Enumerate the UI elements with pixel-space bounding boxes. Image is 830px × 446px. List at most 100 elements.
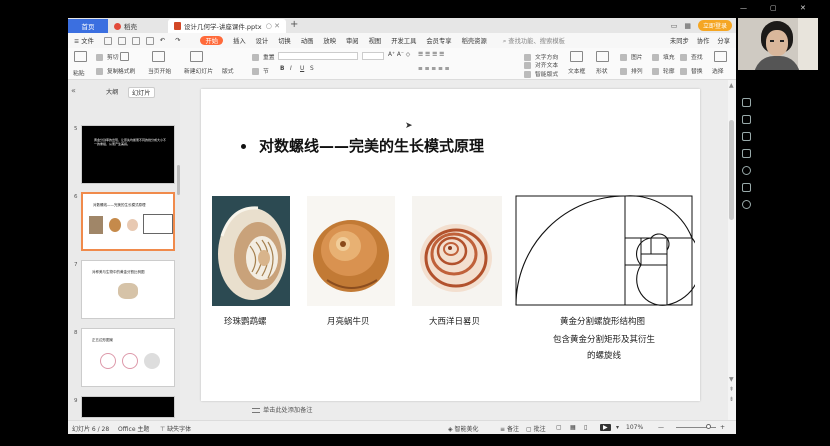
shape-button[interactable]: 形状 (596, 66, 608, 75)
notes-toggle[interactable]: ≡ 备注 (500, 424, 519, 433)
collapse-panel-icon[interactable]: « (71, 86, 76, 95)
text-box-icon[interactable] (570, 51, 585, 62)
font-family-select[interactable] (278, 52, 358, 60)
select-pane-icon[interactable] (742, 98, 751, 107)
export-icon[interactable] (117, 36, 126, 45)
properties-icon[interactable] (742, 115, 751, 124)
section-button[interactable]: 节 (252, 66, 269, 75)
layout-button[interactable]: 版式 (222, 66, 234, 75)
picture-button[interactable]: 图片 (620, 52, 643, 61)
undo-icon[interactable]: ↶ (160, 37, 165, 44)
menu-tab-8[interactable]: 开发工具 (391, 36, 416, 45)
pin-icon[interactable] (742, 132, 751, 141)
paste-button[interactable]: 粘贴 (73, 68, 85, 77)
play-from-current-button[interactable]: 当页开始 (148, 66, 171, 75)
menu-tab-6[interactable]: 审阅 (346, 36, 359, 45)
notes-area[interactable]: 单击此处添加备注 (252, 405, 313, 414)
shape-icon[interactable] (596, 51, 611, 62)
align-icons[interactable]: ≡ ≡ ≡ ≡ ≡ (418, 66, 450, 72)
smart-beautify-button[interactable]: ◈ 智能美化 (448, 424, 479, 433)
scroll-down-icon[interactable]: ▼ (729, 376, 734, 383)
tab-slides[interactable]: 幻灯片 (128, 87, 155, 98)
presenter-icon[interactable] (742, 183, 751, 192)
next-slide-icon[interactable]: ⇟ (729, 396, 734, 403)
minimize-icon[interactable]: — (740, 4, 747, 12)
replace-button[interactable]: 替换 (680, 66, 703, 75)
maximize-icon[interactable]: ▢ (770, 4, 777, 12)
tab-draft[interactable]: 稻壳 (108, 19, 166, 33)
new-tab-icon[interactable]: + (290, 19, 298, 30)
play-options-icon[interactable]: ▾ (616, 424, 619, 431)
copy-button[interactable]: 复制 (96, 66, 119, 75)
fill-button[interactable]: 填充 (652, 52, 675, 61)
outline-button[interactable]: 轮廓 (652, 66, 675, 75)
help-icon[interactable] (742, 166, 751, 175)
copy-style-icon[interactable] (742, 149, 751, 158)
tab-close-icon[interactable]: ○ ✕ (266, 22, 280, 30)
moon-snail-image[interactable] (307, 196, 395, 306)
zoom-out-icon[interactable]: — (658, 424, 664, 431)
cut-button[interactable]: 剪切 (96, 52, 119, 61)
menu-tab-0[interactable]: 开始 (200, 36, 224, 45)
slide-sorter-icon[interactable]: ▦ (570, 424, 576, 431)
comments-toggle[interactable]: ▢ 批注 (526, 424, 546, 433)
zoom-in-icon[interactable]: + (720, 424, 725, 431)
shadow-icon[interactable]: S (310, 66, 314, 72)
smart-layout-button[interactable]: 智能版式 (524, 69, 558, 78)
prev-slide-icon[interactable]: ⇞ (729, 386, 734, 393)
menu-tab-7[interactable]: 视图 (369, 36, 382, 45)
paste-icon[interactable] (74, 51, 89, 62)
menu-tab-3[interactable]: 切换 (278, 36, 291, 45)
find-button[interactable]: 查找 (680, 52, 703, 61)
golden-spiral-diagram[interactable] (515, 195, 695, 307)
login-button[interactable]: 立即登录 (697, 20, 732, 31)
layout-icon[interactable]: ▭ (671, 22, 678, 30)
missing-font[interactable]: ⊤ 缺失字体 (160, 424, 191, 433)
list-icons[interactable]: ☰ ☰ ☰ ☰ (418, 52, 444, 58)
slide-thumbnail-5[interactable]: 黄金分割率的出现，让原先均衡而不同的线分成大小不一的重组，从而产生美感。 (81, 125, 175, 184)
slide-thumbnail-6[interactable]: 对数螺线——完美的生长模式原理 (81, 192, 175, 251)
normal-view-icon[interactable]: ▢ (556, 424, 562, 431)
share-button[interactable]: 分享 (717, 36, 730, 45)
scroll-thumb[interactable] (729, 120, 734, 220)
format-painter-button[interactable]: 格式刷 (118, 66, 135, 75)
text-box-button[interactable]: 文本框 (568, 66, 585, 75)
menu-file[interactable]: ≡ 文件 (74, 36, 94, 45)
new-slide-button[interactable]: 新建幻灯片 (184, 66, 213, 75)
arrange-button[interactable]: 排列 (620, 66, 643, 75)
menu-tab-10[interactable]: 稻壳资源 (462, 36, 487, 45)
nautilus-image[interactable] (212, 196, 290, 306)
reading-view-icon[interactable]: ▯ (584, 424, 587, 431)
reset-button[interactable]: 重置 (252, 52, 275, 61)
tab-home[interactable]: 首页 (68, 19, 108, 33)
underline-icon[interactable]: U (300, 66, 304, 72)
tab-outline[interactable]: 大纲 (106, 87, 118, 96)
atlantic-sundial-image[interactable] (412, 196, 502, 306)
play-from-current-icon[interactable] (152, 51, 167, 62)
save-icon[interactable] (103, 36, 112, 45)
slide-6[interactable]: 对数螺线——完美的生长模式原理 ➤ 珍珠鹦鹉螺 月亮蜗牛贝 大西洋日晷贝 黄金分… (201, 89, 700, 401)
redo-icon[interactable]: ↷ (175, 37, 180, 44)
play-slideshow-icon[interactable]: ▶ (600, 424, 611, 431)
slide-thumbnail-7[interactable]: 对称美与生物中的黄金分割比例图 (81, 260, 175, 319)
select-icon[interactable] (714, 51, 729, 62)
new-slide-icon[interactable] (190, 51, 205, 62)
format-painter-icon[interactable] (120, 52, 131, 61)
menu-tab-5[interactable]: 放映 (323, 36, 336, 45)
menu-tab-9[interactable]: 会员专享 (426, 36, 451, 45)
location-icon[interactable] (742, 200, 751, 209)
font-size-select[interactable] (362, 52, 384, 60)
zoom-slider-knob[interactable] (706, 424, 711, 429)
canvas-scrollbar[interactable]: ▲ ▼ ⇞ ⇟ (728, 80, 736, 420)
preview-icon[interactable] (145, 36, 154, 45)
sync-status[interactable]: 未同步 (670, 36, 689, 45)
theme-name[interactable]: Office 主题 (118, 424, 149, 433)
align-text-button[interactable]: 对齐文本 (524, 60, 558, 69)
close-icon[interactable]: ✕ (800, 4, 806, 12)
slide-thumbnail-8[interactable]: 正五边形图案 (81, 328, 175, 387)
apps-icon[interactable]: ▦ (684, 22, 691, 30)
tab-file[interactable]: 设计几何学-讲座课件.pptx ○ ✕ (168, 19, 286, 33)
slide-thumbnail-9[interactable] (81, 396, 175, 418)
menu-tab-2[interactable]: 设计 (256, 36, 269, 45)
select-button[interactable]: 选择 (712, 66, 724, 75)
